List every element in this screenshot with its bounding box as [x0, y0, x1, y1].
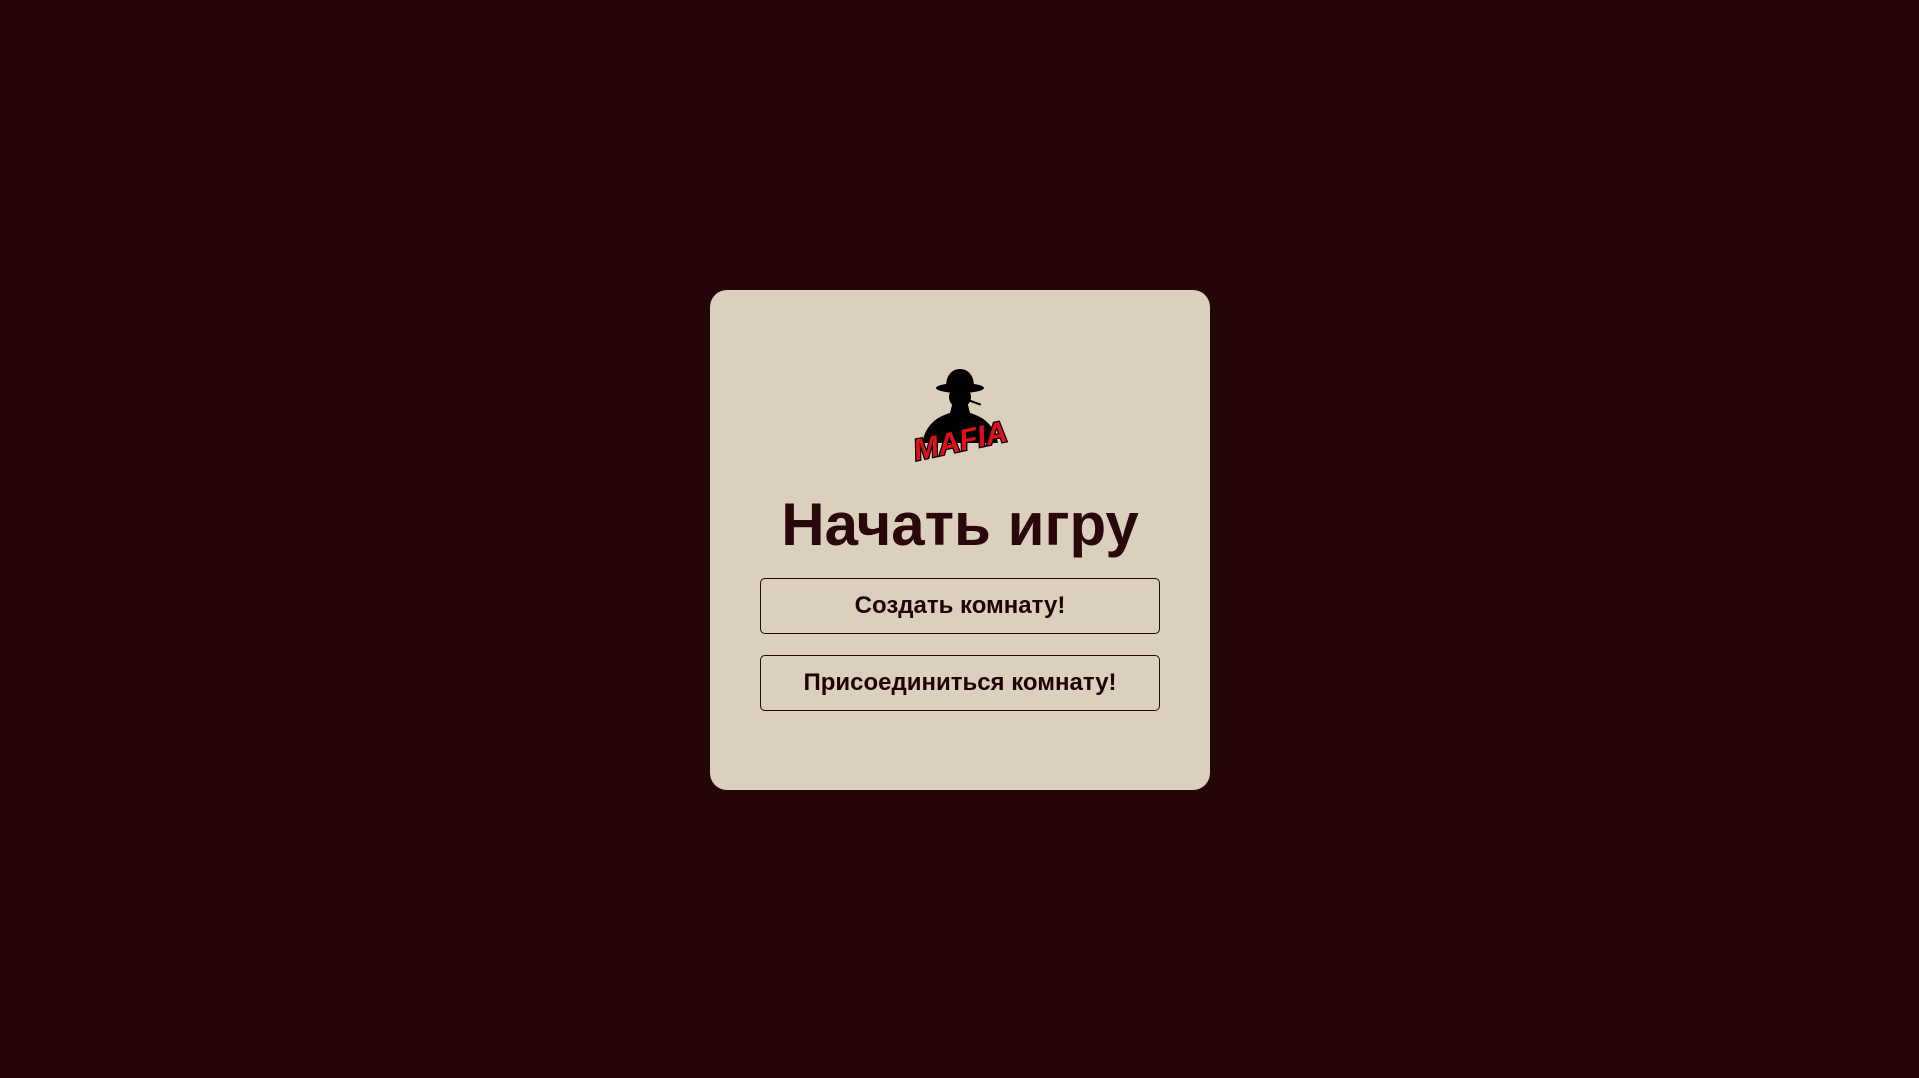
- mafia-silhouette-icon: MAFIA: [909, 369, 1011, 465]
- create-room-button[interactable]: Создать комнату!: [760, 578, 1160, 634]
- start-screen: MAFIA Начать игру Создать комнату! Присо…: [0, 0, 1919, 1078]
- start-game-card: MAFIA Начать игру Создать комнату! Присо…: [710, 290, 1210, 790]
- join-room-button[interactable]: Присоединиться комнату!: [760, 655, 1160, 711]
- page-title: Начать игру: [781, 491, 1139, 558]
- mafia-logo: MAFIA: [904, 365, 1016, 465]
